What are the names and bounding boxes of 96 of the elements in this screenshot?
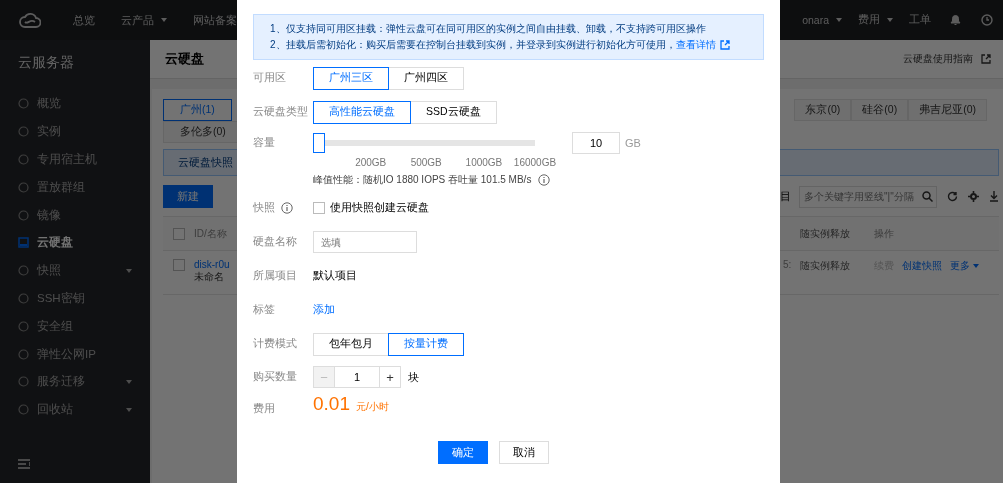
circle-icon: [18, 265, 29, 277]
nav-link[interactable]: 总览: [60, 12, 108, 28]
refresh-icon[interactable]: [947, 191, 958, 202]
disk-id-link[interactable]: disk-r0u: [194, 259, 230, 270]
field-label: 计费模式: [253, 337, 297, 351]
sidebar-item[interactable]: 安全组: [0, 312, 150, 341]
option-button[interactable]: 按量计费: [388, 332, 464, 356]
region-tab[interactable]: 硅谷(0): [851, 99, 909, 121]
field-label: 云硬盘类型: [253, 105, 308, 119]
cancel-button[interactable]: 取消: [499, 441, 549, 464]
info-icon: [281, 202, 293, 214]
select-all-checkbox[interactable]: [173, 227, 185, 240]
option-button[interactable]: 广州三区: [313, 66, 389, 90]
caret-icon: [126, 407, 132, 412]
project-value: 默认项目: [313, 269, 357, 283]
disk-name-input[interactable]: 选填: [313, 231, 417, 253]
caret-icon: [836, 18, 842, 22]
sidebar-title: 云服务器: [17, 53, 75, 72]
nav-link[interactable]: 云产品: [108, 12, 180, 28]
field-label: 快照: [253, 201, 275, 215]
slider-tick-label: 200GB: [355, 157, 387, 169]
notice-text: 1、仅支持同可用区挂载：弹性云盘可在同可用区的实例之间自由挂载、卸载，不支持跨可用区操作: [270, 22, 707, 36]
sidebar-item[interactable]: 弹性公网IP: [0, 340, 150, 368]
option-button[interactable]: 高性能云硬盘: [313, 100, 411, 124]
sidebar-item[interactable]: 云硬盘: [0, 229, 150, 257]
field-label: 硬盘名称: [253, 235, 297, 249]
caret-icon: [161, 18, 167, 22]
option-button[interactable]: SSD云硬盘: [410, 100, 497, 124]
quantity-input[interactable]: 1: [335, 366, 379, 388]
increment-button[interactable]: +: [379, 366, 401, 388]
unit-label: GB: [625, 137, 641, 149]
circle-icon: [18, 320, 29, 332]
field-label: 购买数量: [253, 370, 297, 384]
sidebar-item[interactable]: 实例: [0, 117, 150, 146]
capacity-input[interactable]: 10: [572, 132, 620, 154]
unit-label: 块: [408, 369, 419, 385]
circle-icon: [18, 404, 29, 416]
create-button[interactable]: 新建: [163, 185, 213, 208]
performance-text: 峰值性能：随机IO 1880 IOPS 吞吐量 101.5 MB/s: [313, 173, 532, 187]
notice-text: 2、挂载后需初始化：购买后需要在控制台挂载到实例，并登录到实例进行初始化方可使用，: [270, 39, 676, 50]
field-label: 标签: [253, 303, 275, 317]
option-button[interactable]: 包年包月: [313, 332, 389, 356]
clock-icon[interactable]: [981, 14, 993, 26]
column-header: 随实例释放: [800, 227, 850, 239]
price-unit: 元/小时: [356, 400, 389, 414]
page-title: 云硬盘: [165, 50, 204, 68]
field-label: 容量: [253, 136, 275, 150]
field-label: 所属项目: [253, 269, 297, 283]
guide-link[interactable]: 云硬盘使用指南: [903, 52, 973, 66]
circle-icon: [18, 98, 29, 110]
slider-tick-label: 500GB: [410, 157, 442, 169]
search-icon[interactable]: [922, 190, 933, 202]
circle-icon: [18, 376, 29, 388]
field-label: 可用区: [253, 71, 286, 85]
circle-icon: [18, 126, 29, 138]
checkbox-label[interactable]: 使用快照创建云硬盘: [330, 201, 429, 215]
snapshot-checkbox[interactable]: [313, 202, 325, 214]
sidebar-item[interactable]: 概览: [0, 90, 150, 118]
collapse-menu-icon[interactable]: [18, 459, 30, 469]
region-tab[interactable]: 广州(1): [163, 99, 232, 121]
slider-tick-label: 16000GB: [513, 157, 557, 169]
nav-link[interactable]: 费用: [850, 13, 901, 27]
caret-icon: [126, 379, 132, 384]
slider-thumb[interactable]: [313, 133, 325, 153]
info-icon: [538, 174, 551, 186]
bell-icon[interactable]: [949, 14, 961, 26]
confirm-button[interactable]: 确定: [438, 441, 488, 464]
action-link[interactable]: 创建快照: [902, 259, 942, 273]
field-label: 费用: [253, 402, 275, 416]
external-link-icon: [981, 54, 991, 64]
download-icon[interactable]: [989, 191, 999, 202]
region-tab[interactable]: 东京(0): [794, 99, 852, 121]
circle-icon: [18, 348, 29, 360]
circle-icon: [18, 292, 29, 304]
circle-icon: [18, 154, 29, 165]
caret-icon: [973, 264, 979, 269]
action-link[interactable]: 更多: [950, 259, 979, 273]
circle-icon: [18, 181, 29, 193]
settings-icon[interactable]: [968, 191, 979, 202]
region-tab[interactable]: 弗吉尼亚(0): [908, 99, 987, 121]
table-cell: 随实例释放: [800, 260, 850, 271]
slider-tick-label: 1000GB: [465, 157, 503, 169]
external-link-icon: [719, 40, 730, 51]
details-link[interactable]: 查看详情: [675, 39, 730, 50]
filter-dropdown[interactable]: 目: [780, 189, 791, 204]
price-amount: 0.01: [313, 393, 350, 415]
sidebar-item[interactable]: 镜像: [0, 201, 150, 229]
row-checkbox[interactable]: [173, 259, 185, 271]
cloud-logo-icon: [19, 12, 41, 28]
caret-icon: [887, 18, 893, 22]
option-button[interactable]: 广州四区: [388, 66, 464, 90]
nav-link[interactable]: onara: [794, 14, 850, 26]
caret-icon: [126, 268, 132, 273]
add-tag-link[interactable]: 添加: [313, 303, 335, 317]
circle-icon: [18, 209, 29, 221]
disk-name: 未命名: [194, 271, 224, 282]
